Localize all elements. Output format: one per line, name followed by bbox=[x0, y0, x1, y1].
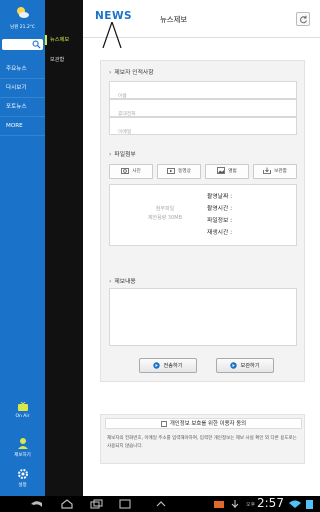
attach-archive-label: 보관함 bbox=[274, 169, 287, 174]
tv-icon bbox=[17, 402, 28, 411]
main-sidebar: 남원 21.2℃ 주요뉴스 다시보기 포토뉴스 MORE On Air 제보하기… bbox=[0, 0, 45, 496]
save-icon bbox=[230, 362, 238, 369]
video-icon bbox=[167, 168, 176, 174]
chevron-right-icon: › bbox=[109, 69, 112, 76]
gallery-notification-icon bbox=[214, 501, 224, 508]
attach-album-label: 앨범 bbox=[228, 169, 237, 174]
email-field[interactable] bbox=[109, 117, 297, 141]
privacy-consent-checkbox[interactable] bbox=[160, 420, 167, 427]
attach-album-button[interactable]: 앨범 bbox=[205, 164, 249, 179]
privacy-consent-header[interactable]: 개인정보 보호를 위한 이용자 동의 bbox=[105, 418, 302, 429]
meta-play-time: 재생시간 : bbox=[207, 230, 233, 236]
submenu-item-news-report[interactable]: 뉴스제보 bbox=[45, 31, 83, 49]
on-air-label: On Air bbox=[15, 414, 30, 419]
meta-shoot-date: 촬영날짜 : bbox=[207, 194, 233, 200]
logo-text: NEWS bbox=[95, 10, 133, 22]
send-label: 전송하기 bbox=[163, 363, 183, 369]
save-button[interactable]: 보관하기 bbox=[216, 358, 274, 373]
send-icon bbox=[153, 362, 161, 369]
attach-video-label: 동영상 bbox=[178, 169, 191, 174]
settings-button[interactable]: 설정 bbox=[0, 468, 45, 488]
clock-ampm: 오후 bbox=[246, 502, 256, 508]
sidebar-item-more[interactable]: MORE bbox=[0, 117, 45, 136]
main-content: NEWS 뉴스제보 › 제보자 인적사항 이름 휴대전화 이메일 › 파일첨부 … bbox=[83, 0, 320, 496]
meta-shoot-time: 촬영시간 : bbox=[207, 206, 233, 212]
name-field[interactable] bbox=[109, 81, 297, 105]
attachment-info-box: 첨부파일 제한용량 30MB 촬영날짜 : 촬영시간 : 파일정보 : 재생시간… bbox=[109, 184, 297, 246]
archive-icon bbox=[263, 167, 272, 174]
meta-file-info: 파일정보 : bbox=[207, 218, 233, 224]
settings-label: 설정 bbox=[18, 483, 27, 488]
weather-text: 남원 21.2℃ bbox=[10, 25, 35, 30]
sidebar-item-replay[interactable]: 다시보기 bbox=[0, 79, 45, 98]
album-icon bbox=[217, 167, 226, 174]
content-section-title: 제보내용 bbox=[114, 279, 136, 285]
page-title: 뉴스제보 bbox=[160, 15, 188, 24]
chevron-right-icon: › bbox=[109, 151, 112, 158]
sidebar-item-photo-news[interactable]: 포토뉴스 bbox=[0, 98, 45, 117]
attachment-limit-line1: 첨부파일 bbox=[155, 206, 175, 212]
refresh-icon bbox=[300, 15, 307, 24]
battery-icon bbox=[306, 500, 313, 509]
privacy-consent-panel: 개인정보 보호를 위한 이용자 동의 제보자의 전화번호, 이메일 주소를 입력… bbox=[100, 414, 305, 464]
report-label: 제보하기 bbox=[14, 453, 31, 458]
content-section-heading: › 제보내용 bbox=[109, 276, 136, 285]
mini-app-tray-icon[interactable] bbox=[154, 499, 168, 509]
camera-icon bbox=[121, 168, 130, 174]
attach-video-button[interactable]: 동영상 bbox=[157, 164, 201, 179]
weather-widget[interactable]: 남원 21.2℃ bbox=[0, 2, 45, 36]
report-button[interactable]: 제보하기 bbox=[0, 436, 45, 458]
reporter-icon bbox=[17, 438, 28, 449]
reporter-section-title: 제보자 인적사항 bbox=[114, 70, 154, 76]
attach-section-heading: › 파일첨부 bbox=[109, 149, 136, 158]
logo-mark-icon bbox=[102, 22, 122, 48]
privacy-consent-title: 개인정보 보호를 위한 이용자 동의 bbox=[169, 421, 247, 427]
sidebar-nav: 주요뉴스 다시보기 포토뉴스 MORE bbox=[0, 60, 45, 136]
email-input[interactable] bbox=[110, 124, 296, 141]
save-label: 보관하기 bbox=[240, 363, 260, 369]
screenshot-icon[interactable] bbox=[118, 499, 132, 509]
submenu: 뉴스제보 보관함 bbox=[45, 0, 83, 496]
attach-archive-button[interactable]: 보관함 bbox=[253, 164, 297, 179]
reporter-section-heading: › 제보자 인적사항 bbox=[109, 67, 154, 76]
report-form-panel: ›제보자 인적사항 ›파일첨부 사진 bbox=[100, 60, 305, 382]
attach-section-title: 파일첨부 bbox=[114, 152, 136, 158]
wifi-icon bbox=[289, 500, 301, 508]
submenu-item-archive[interactable]: 보관함 bbox=[45, 51, 83, 69]
privacy-consent-body: 제보자의 전화번호, 이메일 주소를 입력해야하여, 입력한 개인정보는 제보 … bbox=[107, 436, 297, 449]
sidebar-item-main-news[interactable]: 주요뉴스 bbox=[0, 60, 45, 79]
clock-time: 2:57 bbox=[257, 496, 284, 510]
report-content-textarea[interactable] bbox=[109, 288, 297, 346]
home-icon[interactable] bbox=[60, 499, 74, 509]
search-box[interactable] bbox=[2, 39, 43, 50]
top-bar: NEWS 뉴스제보 bbox=[83, 0, 320, 48]
usb-notification-icon bbox=[231, 500, 239, 508]
attachment-limit-line2: 제한용량 30MB bbox=[147, 215, 183, 221]
attach-photo-button[interactable]: 사진 bbox=[109, 164, 153, 179]
weather-sun-cloud-icon bbox=[17, 7, 29, 18]
chevron-right-icon: › bbox=[109, 278, 112, 285]
phone-field[interactable] bbox=[109, 99, 297, 123]
search-icon[interactable] bbox=[32, 40, 41, 49]
send-button[interactable]: 전송하기 bbox=[139, 358, 197, 373]
system-navigation-bar: 오후 2:57 bbox=[0, 496, 320, 512]
on-air-button[interactable]: On Air bbox=[0, 402, 45, 419]
recent-apps-icon[interactable] bbox=[90, 499, 104, 509]
attachment-limit-text: 첨부파일 제한용량 30MB bbox=[130, 205, 200, 223]
attach-photo-label: 사진 bbox=[132, 169, 141, 174]
news-logo: NEWS bbox=[93, 10, 133, 48]
gear-icon bbox=[17, 469, 28, 479]
back-icon[interactable] bbox=[30, 499, 44, 509]
refresh-button[interactable] bbox=[296, 12, 310, 26]
